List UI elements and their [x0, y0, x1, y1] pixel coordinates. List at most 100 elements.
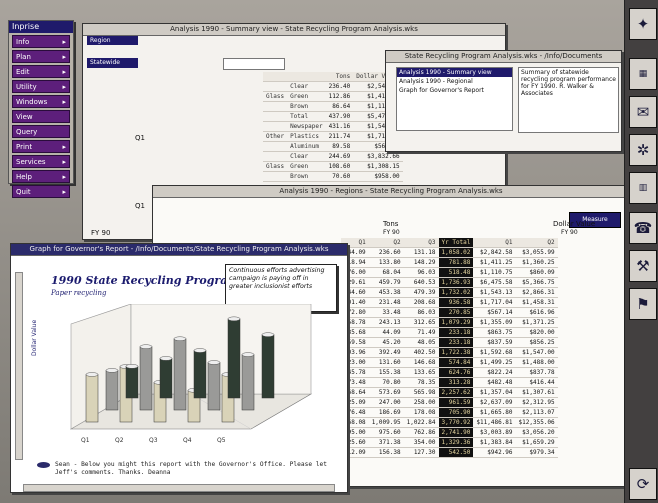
table-row[interactable]: 123.00 131.60 146.68 574.84 $1,499.25 $1,488.…	[341, 357, 558, 368]
col-q3[interactable]: Q3	[403, 238, 439, 248]
data-cell[interactable]: $1,357.04	[473, 387, 516, 398]
data-cell[interactable]: $2,637.09	[473, 397, 516, 408]
table-row[interactable]: 76.00 68.04 96.03 518.48 $1,110.75 $860.09	[341, 267, 558, 278]
region-selector[interactable]: Region	[87, 36, 138, 45]
launchpad-item[interactable]: Utility ▸	[12, 80, 70, 93]
chart-bar[interactable]	[105, 370, 119, 411]
chart-bar[interactable]	[85, 374, 99, 423]
data-cell[interactable]: 247.00	[368, 397, 404, 408]
chart-bar[interactable]	[207, 362, 221, 411]
data-cell[interactable]: 479.39	[403, 287, 439, 298]
data-cell[interactable]: 781.88	[438, 257, 474, 268]
chart-bar[interactable]	[173, 338, 187, 411]
data-cell[interactable]: $860.09	[515, 267, 558, 278]
data-cell[interactable]: 762.86	[403, 427, 439, 438]
tons-cell[interactable]: 70.60	[325, 171, 354, 182]
data-cell[interactable]: 133.80	[368, 257, 404, 268]
table-row[interactable]: 568.64 573.69 565.98 2,257.62 $1,357.04 $1,30…	[341, 387, 558, 398]
data-cell[interactable]: 243.13	[368, 317, 404, 328]
tons-cell[interactable]: 108.60	[325, 161, 354, 172]
table-row[interactable]: Clear 236.40 $2,542.58	[263, 81, 403, 92]
data-cell[interactable]: 178.08	[403, 407, 439, 418]
chart-bar[interactable]	[139, 346, 153, 411]
flag-icon[interactable]: ⚑	[629, 288, 657, 320]
data-cell[interactable]: 624.76	[438, 367, 474, 378]
data-cell[interactable]: $5,366.75	[515, 277, 558, 288]
table-row[interactable]: 244.09 236.60 131.18 1,058.02 $2,842.58 $3,05…	[341, 247, 558, 258]
gear-icon[interactable]: ✲	[629, 134, 657, 166]
table-row[interactable]: 59.58 45.20 48.05 233.18 $837.59 $856.25	[341, 337, 558, 348]
table-row[interactable]: Clear 244.69 $3,832.66	[263, 151, 403, 162]
horizontal-scrollbar[interactable]	[23, 484, 335, 492]
data-cell[interactable]: $1,547.00	[515, 347, 558, 358]
table-row[interactable]: 176.48 186.69 178.08 705.90 $1,665.80 $2,113.…	[341, 407, 558, 418]
table-row[interactable]: 118.94 133.80 148.29 781.88 $1,411.25 $1,360.…	[341, 257, 558, 268]
data-cell[interactable]: 68.04	[368, 267, 404, 278]
data-cell[interactable]: 640.53	[403, 277, 439, 288]
data-cell[interactable]: 233.18	[438, 337, 474, 348]
data-cell[interactable]: $567.14	[473, 307, 516, 318]
data-cell[interactable]: 231.48	[368, 297, 404, 308]
data-cell[interactable]: 146.68	[403, 357, 439, 368]
table-row[interactable]: 35.68 44.09 71.49 233.18 $863.75 $820.00	[341, 327, 558, 338]
launchpad-item[interactable]: Quit ▸	[12, 185, 70, 198]
table-row[interactable]: Total 437.90 $5,475.88	[263, 111, 403, 122]
data-cell[interactable]: $837.59	[473, 337, 516, 348]
data-cell[interactable]: $1,458.31	[515, 297, 558, 308]
data-cell[interactable]: 936.58	[438, 297, 474, 308]
data-cell[interactable]: $856.25	[515, 337, 558, 348]
tons-cell[interactable]: 86.64	[325, 101, 354, 112]
data-cell[interactable]: $12,355.06	[515, 417, 558, 428]
launchpad-item[interactable]: Info ▸	[12, 35, 70, 48]
data-cell[interactable]: 148.29	[403, 257, 439, 268]
data-cell[interactable]: 459.79	[368, 277, 404, 288]
data-cell[interactable]: $1,110.75	[473, 267, 516, 278]
data-cell[interactable]: 574.84	[438, 357, 474, 368]
data-cell[interactable]: $1,499.25	[473, 357, 516, 368]
data-cell[interactable]: $2,866.31	[515, 287, 558, 298]
data-cell[interactable]: $616.96	[515, 307, 558, 318]
data-cell[interactable]: 270.85	[438, 307, 474, 318]
launchpad-item[interactable]: Edit ▸	[12, 65, 70, 78]
tons-cell[interactable]: 236.40	[325, 81, 354, 92]
data-cell[interactable]: $2,113.07	[515, 407, 558, 418]
data-cell[interactable]: $863.75	[473, 327, 516, 338]
table-row[interactable]: Other Plastics 211.74 $1,717.04	[263, 131, 403, 142]
data-cell[interactable]: 1,732.02	[438, 287, 474, 298]
chart-bar[interactable]	[159, 358, 173, 399]
launchpad-item[interactable]: Query	[12, 125, 70, 138]
data-cell[interactable]: 208.68	[403, 297, 439, 308]
data-cell[interactable]: 313.28	[438, 377, 474, 388]
data-cell[interactable]: 45.20	[368, 337, 404, 348]
header-field[interactable]	[223, 58, 285, 70]
data-cell[interactable]: $837.78	[515, 367, 558, 378]
launchpad-item[interactable]: Plan ▸	[12, 50, 70, 63]
document-list[interactable]: Analysis 1990 - Summary view Analysis 19…	[396, 67, 513, 131]
data-cell[interactable]: 78.35	[403, 377, 439, 388]
value-cell[interactable]: $3,832.66	[353, 151, 403, 162]
table-row[interactable]: Glass Green 112.86 $1,411.25	[263, 91, 403, 102]
data-cell[interactable]: 70.80	[368, 377, 404, 388]
data-cell[interactable]: 573.69	[368, 387, 404, 398]
data-cell[interactable]: 156.38	[368, 447, 404, 458]
table-row[interactable]: 258.78 243.13 312.65 1,079.29 $1,355.09 $1,37…	[341, 317, 558, 328]
data-cell[interactable]: 542.50	[438, 447, 474, 458]
data-cell[interactable]: 33.48	[368, 307, 404, 318]
data-cell[interactable]: 402.50	[403, 347, 439, 358]
data-cell[interactable]: 975.60	[368, 427, 404, 438]
data-cell[interactable]: 233.18	[438, 327, 474, 338]
tools-icon[interactable]: ⚒	[629, 250, 657, 282]
data-cell[interactable]: 371.38	[368, 437, 404, 448]
data-cell[interactable]: $6,475.58	[473, 277, 516, 288]
data-cell[interactable]: 2,741.90	[438, 427, 474, 438]
statewide-selector[interactable]: Statewide	[87, 58, 138, 68]
data-cell[interactable]: 1,009.95	[368, 417, 404, 428]
data-cell[interactable]: 48.05	[403, 337, 439, 348]
document-list-item[interactable]: Graph for Governor's Report	[397, 86, 512, 95]
chart-bar[interactable]	[193, 350, 207, 399]
table-row[interactable]: Brown 86.64 $1,110.75	[263, 101, 403, 112]
data-cell[interactable]: $1,307.61	[515, 387, 558, 398]
document-list-item[interactable]: Analysis 1990 - Regional	[397, 77, 512, 86]
globe-icon[interactable]: ✦	[629, 8, 657, 40]
data-cell[interactable]: $1,665.80	[473, 407, 516, 418]
